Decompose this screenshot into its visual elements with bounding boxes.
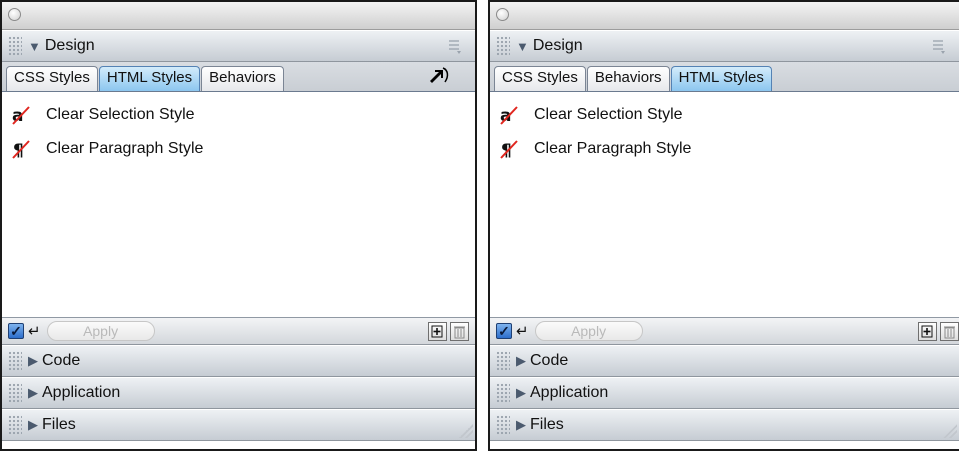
apply-checkbox[interactable]: ✓ [496,323,512,339]
list-item[interactable]: a Clear Selection Style [490,98,959,132]
design-tabs: CSS Styles Behaviors HTML Styles [490,62,959,92]
clear-paragraph-style-icon: ¶ [10,138,32,161]
tab-html-styles[interactable]: HTML Styles [98,66,201,91]
drag-grip-icon[interactable] [8,351,22,371]
files-section-header[interactable]: ▶ Files [2,409,475,441]
panel-left: ▼ Design CSS Styles HTML Styles Behavior… [0,0,477,451]
clear-selection-style-icon: a [498,104,520,126]
new-style-icon[interactable] [918,322,937,341]
return-icon: ↵ [516,322,529,340]
apply-button[interactable]: Apply [46,321,155,341]
list-item-label: Clear Selection Style [534,106,683,123]
code-section-title: Code [42,352,81,369]
tab-html-styles[interactable]: HTML Styles [670,66,772,91]
design-section-title: Design [44,37,95,54]
apply-checkbox[interactable]: ✓ [8,323,24,339]
panel-right: ▼ Design CSS Styles Behaviors HTML Style… [488,0,959,451]
panel-titlebar[interactable] [490,2,959,30]
return-icon: ↵ [28,322,41,340]
design-section-header[interactable]: ▼ Design [490,30,959,62]
code-section-title: Code [530,352,569,369]
drag-grip-icon[interactable] [496,351,510,371]
design-section-header[interactable]: ▼ Design [2,30,475,62]
trash-icon[interactable] [940,322,959,341]
panel-titlebar[interactable] [2,2,475,30]
drag-grip-icon[interactable] [8,36,22,56]
design-tabs: CSS Styles HTML Styles Behaviors [2,62,475,92]
close-circle-icon[interactable] [8,8,21,21]
application-section-header[interactable]: ▶ Application [490,377,959,409]
application-section-title: Application [42,384,121,401]
expanded-triangle-icon[interactable]: ▼ [28,39,41,54]
panel-options-icon[interactable] [447,37,463,55]
tab-behaviors[interactable]: Behaviors [586,66,670,91]
code-section-header[interactable]: ▶ Code [490,345,959,377]
drag-grip-icon[interactable] [496,36,510,56]
curved-arrow-cursor-icon [425,62,451,92]
files-section-header[interactable]: ▶ Files [490,409,959,441]
html-styles-list: a Clear Selection Style ¶ Clear Paragrap… [490,92,959,317]
list-item[interactable]: a Clear Selection Style [2,98,475,132]
files-section-title: Files [42,416,76,433]
collapsed-triangle-icon[interactable]: ▶ [28,353,38,369]
apply-button[interactable]: Apply [534,321,643,341]
code-section-header[interactable]: ▶ Code [2,345,475,377]
styles-toolbar: ✓ ↵ Apply [2,317,475,345]
list-item-label: Clear Paragraph Style [534,140,692,157]
collapsed-triangle-icon[interactable]: ▶ [516,417,526,433]
tab-behaviors[interactable]: Behaviors [201,66,284,91]
resize-grip-icon[interactable] [943,424,957,438]
close-circle-icon[interactable] [496,8,509,21]
drag-grip-icon[interactable] [496,415,510,435]
list-item-label: Clear Selection Style [46,106,195,123]
tab-css-styles[interactable]: CSS Styles [494,66,586,91]
expanded-triangle-icon[interactable]: ▼ [516,39,529,54]
list-item[interactable]: ¶ Clear Paragraph Style [2,132,475,166]
drag-grip-icon[interactable] [496,383,510,403]
styles-toolbar: ✓ ↵ Apply [490,317,959,345]
clear-paragraph-style-icon: ¶ [498,138,520,161]
collapsed-triangle-icon[interactable]: ▶ [516,353,526,369]
collapsed-triangle-icon[interactable]: ▶ [28,417,38,433]
drag-grip-icon[interactable] [8,383,22,403]
resize-grip-icon[interactable] [459,424,473,438]
application-section-header[interactable]: ▶ Application [2,377,475,409]
html-styles-list: a Clear Selection Style ¶ Clear Paragrap… [2,92,475,317]
panel-options-icon[interactable] [931,37,947,55]
clear-selection-style-icon: a [10,104,32,126]
design-section-title: Design [532,37,583,54]
tab-css-styles[interactable]: CSS Styles [6,66,98,91]
list-item[interactable]: ¶ Clear Paragraph Style [490,132,959,166]
trash-icon[interactable] [450,322,469,341]
list-item-label: Clear Paragraph Style [46,140,204,157]
drag-grip-icon[interactable] [8,415,22,435]
collapsed-triangle-icon[interactable]: ▶ [516,385,526,401]
new-style-icon[interactable] [428,322,447,341]
collapsed-triangle-icon[interactable]: ▶ [28,385,38,401]
application-section-title: Application [530,384,609,401]
files-section-title: Files [530,416,564,433]
